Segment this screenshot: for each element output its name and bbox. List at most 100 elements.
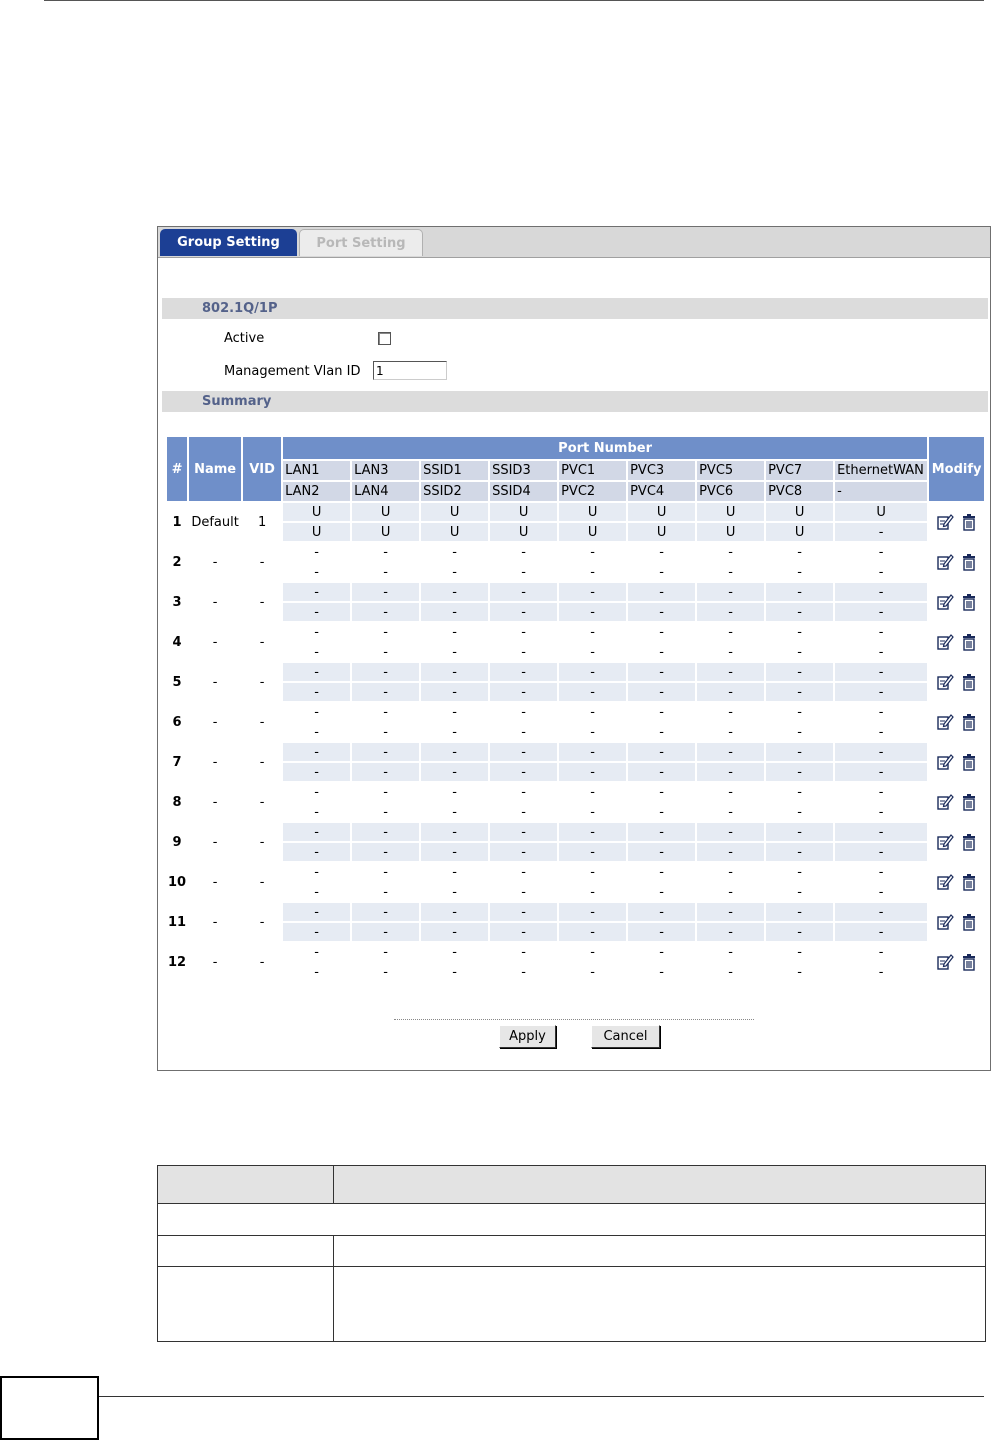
description-row — [157, 1266, 987, 1342]
port-cell: - — [766, 663, 834, 681]
row-name: - — [212, 674, 218, 690]
port-cell: - — [659, 564, 664, 580]
port-cell: - — [797, 884, 802, 900]
edit-icon[interactable] — [936, 713, 954, 731]
port-cell: - — [314, 864, 319, 880]
row-name: - — [212, 714, 218, 730]
port-cell: - — [421, 663, 489, 681]
edit-icon[interactable] — [936, 913, 954, 931]
trash-icon[interactable] — [960, 553, 978, 571]
trash-icon[interactable] — [960, 673, 978, 691]
trash-icon[interactable] — [960, 513, 978, 531]
port-cell: - — [383, 624, 388, 640]
port-cell: - — [878, 944, 884, 960]
port-cell: U — [421, 503, 489, 521]
port-cell: - — [314, 564, 319, 580]
trash-icon[interactable] — [960, 953, 978, 971]
row-number: 2 — [172, 554, 182, 570]
port-cell: - — [559, 923, 627, 941]
port-cell: - — [835, 823, 928, 841]
row-number: 6 — [172, 714, 182, 730]
port-cell: - — [421, 603, 489, 621]
edit-icon[interactable] — [936, 633, 954, 651]
top-rule — [44, 0, 984, 1]
port-cell: - — [590, 724, 595, 740]
description-row — [157, 1235, 987, 1267]
port-cell: - — [590, 804, 595, 820]
trash-icon[interactable] — [960, 593, 978, 611]
description-section-row — [157, 1203, 986, 1236]
row-vid: - — [259, 914, 265, 930]
port-cell: - — [559, 763, 627, 781]
button-divider — [394, 1019, 754, 1020]
port-cell: - — [283, 603, 351, 621]
active-label: Active — [224, 331, 265, 346]
trash-icon[interactable] — [960, 913, 978, 931]
table-row: --------- — [167, 883, 984, 901]
edit-icon[interactable] — [936, 793, 954, 811]
port-cell: U — [628, 523, 696, 541]
mgmt-vlan-id-input[interactable]: 1 — [373, 361, 447, 380]
port-cell: - — [490, 823, 558, 841]
trash-icon[interactable] — [960, 833, 978, 851]
edit-icon[interactable] — [936, 953, 954, 971]
edit-icon[interactable] — [936, 513, 954, 531]
port-header: SSID2 — [421, 482, 489, 501]
port-cell: U — [283, 503, 351, 521]
col-header-num: # — [167, 437, 188, 501]
port-cell: - — [314, 964, 319, 980]
port-cell: - — [314, 544, 319, 560]
row-vid: - — [259, 594, 265, 610]
port-cell: - — [628, 923, 696, 941]
row-vid: - — [259, 954, 265, 970]
edit-icon[interactable] — [936, 833, 954, 851]
cancel-button[interactable]: Cancel — [591, 1025, 660, 1048]
trash-icon[interactable] — [960, 753, 978, 771]
port-cell: - — [628, 903, 696, 921]
port-cell: - — [559, 663, 627, 681]
modify-cell — [929, 663, 984, 701]
port-cell: - — [797, 704, 802, 720]
row-number: 7 — [172, 754, 182, 770]
apply-button[interactable]: Apply — [499, 1025, 556, 1048]
edit-icon[interactable] — [936, 593, 954, 611]
table-row: --------- — [167, 843, 984, 861]
trash-icon[interactable] — [960, 793, 978, 811]
port-cell: - — [766, 903, 834, 921]
tab-group-setting[interactable]: Group Setting — [160, 229, 297, 256]
active-checkbox[interactable] — [378, 332, 391, 345]
tab-port-setting[interactable]: Port Setting — [299, 229, 423, 256]
port-header: SSID1 — [421, 461, 489, 480]
row-number: 1 — [172, 514, 182, 530]
port-cell: - — [835, 683, 928, 701]
port-cell: U — [835, 503, 928, 521]
port-cell: - — [797, 624, 802, 640]
port-cell: - — [878, 704, 884, 720]
edit-icon[interactable] — [936, 873, 954, 891]
port-cell: - — [797, 724, 802, 740]
port-cell: - — [421, 903, 489, 921]
port-cell: - — [559, 823, 627, 841]
port-cell: - — [559, 683, 627, 701]
port-cell: - — [659, 964, 664, 980]
port-cell: - — [728, 944, 733, 960]
port-header: PVC6 — [697, 482, 765, 501]
description-header-row — [157, 1165, 987, 1204]
description-cell — [157, 1266, 334, 1342]
port-cell: - — [452, 704, 457, 720]
port-cell: - — [590, 544, 595, 560]
port-cell: - — [452, 724, 457, 740]
edit-icon[interactable] — [936, 553, 954, 571]
edit-icon[interactable] — [936, 753, 954, 771]
port-cell: - — [352, 743, 420, 761]
trash-icon[interactable] — [960, 633, 978, 651]
port-cell: - — [835, 583, 928, 601]
port-cell: - — [521, 544, 526, 560]
port-cell: - — [766, 923, 834, 941]
row-name: Default — [191, 514, 239, 530]
port-cell: - — [878, 784, 884, 800]
trash-icon[interactable] — [960, 873, 978, 891]
trash-icon[interactable] — [960, 713, 978, 731]
row-name: - — [212, 754, 218, 770]
edit-icon[interactable] — [936, 673, 954, 691]
